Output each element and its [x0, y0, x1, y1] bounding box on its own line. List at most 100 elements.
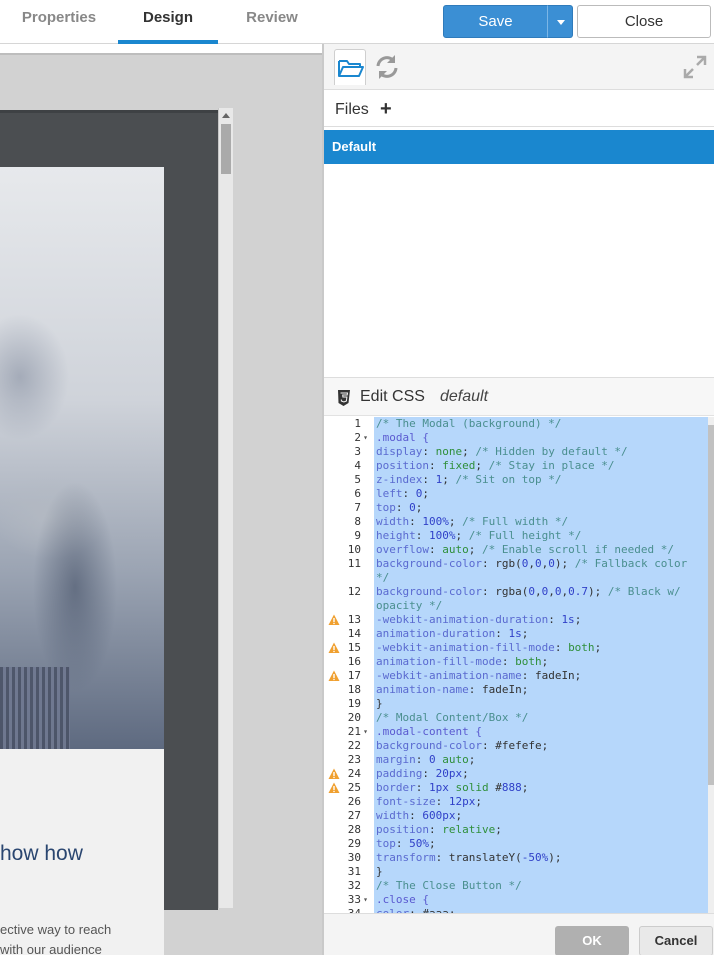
code-text: display: none; /* Hidden by default */	[376, 445, 628, 458]
code-text: margin: 0 auto;	[376, 753, 476, 766]
code-text: top: 0;	[376, 501, 423, 514]
code-line[interactable]: 24 padding: 20px;	[324, 767, 708, 781]
line-number: 1	[354, 417, 361, 430]
expand-button[interactable]	[679, 49, 711, 85]
code-line[interactable]: 29 top: 50%;	[324, 837, 708, 851]
code-line[interactable]: 26 font-size: 12px;	[324, 795, 708, 809]
code-line[interactable]: 8 width: 100%; /* Full width */	[324, 515, 708, 529]
code-line[interactable]: 17 -webkit-animation-name: fadeIn;	[324, 669, 708, 683]
line-number: 23	[347, 753, 361, 766]
code-text: -webkit-animation-fill-mode: both;	[376, 641, 602, 654]
css-editor-panel: Files + Default Edit CSS default 1 /* The…	[322, 44, 714, 955]
preview-scrollbar[interactable]	[218, 108, 233, 908]
code-line[interactable]: 19}	[324, 697, 708, 711]
ok-button[interactable]: OK	[555, 926, 629, 955]
line-gutter: 30	[324, 851, 371, 865]
code-line[interactable]: 20 /* Modal Content/Box */	[324, 711, 708, 725]
line-number: 3	[354, 445, 361, 458]
line-number: 13	[347, 613, 361, 626]
code-line[interactable]: 11 background-color: rgb(0,0,0); /* Fallb…	[324, 557, 708, 571]
fold-arrow-icon[interactable]: ▾	[363, 893, 368, 907]
code-editor[interactable]: 1/* The Modal (background) */2 ▾ .modal {3…	[324, 417, 714, 913]
line-gutter: 28	[324, 823, 371, 837]
line-number: 12	[347, 585, 361, 598]
code-line[interactable]: 31}	[324, 865, 708, 879]
code-line[interactable]: 30 transform: translateY(-50%);	[324, 851, 708, 865]
code-line[interactable]: 5 z-index: 1; /* Sit on top */	[324, 473, 708, 487]
code-line[interactable]: opacity */	[324, 599, 708, 613]
code-text: transform: translateY(-50%);	[376, 851, 562, 864]
code-line[interactable]: 28 position: relative;	[324, 823, 708, 837]
add-file-icon[interactable]: +	[380, 98, 392, 121]
code-line[interactable]: 18 animation-name: fadeIn;	[324, 683, 708, 697]
code-line[interactable]: 6 left: 0;	[324, 487, 708, 501]
code-text: -webkit-animation-name: fadeIn;	[376, 669, 582, 682]
warning-icon[interactable]	[328, 782, 340, 794]
editor-scrollbar[interactable]	[708, 417, 714, 913]
code-line[interactable]: 33 ▾ .close {	[324, 893, 708, 907]
fold-arrow-icon[interactable]: ▾	[363, 431, 368, 445]
code-line[interactable]: */	[324, 571, 708, 585]
code-line[interactable]: 27 width: 600px;	[324, 809, 708, 823]
refresh-icon	[376, 55, 398, 79]
close-button[interactable]: Close	[577, 5, 711, 38]
code-line[interactable]: 25 border: 1px solid #888;	[324, 781, 708, 795]
file-list-item[interactable]: Default	[324, 130, 714, 164]
warning-icon[interactable]	[328, 670, 340, 682]
code-line[interactable]: 14 animation-duration: 1s;	[324, 627, 708, 641]
warning-icon[interactable]	[328, 614, 340, 626]
scroll-up-icon[interactable]	[222, 113, 230, 118]
code-line[interactable]: 9 height: 100%; /* Full height */	[324, 529, 708, 543]
code-text: /* The Modal (background) */	[376, 417, 562, 430]
line-gutter: 15	[324, 641, 371, 655]
code-line[interactable]: 21 ▾ .modal-content {	[324, 725, 708, 739]
line-gutter: 17	[324, 669, 371, 683]
code-line[interactable]: 12 background-color: rgba(0,0,0,0.7); /* …	[324, 585, 708, 599]
code-text: width: 600px;	[376, 809, 463, 822]
preview-scroll-thumb[interactable]	[221, 124, 231, 174]
code-line[interactable]: 7 top: 0;	[324, 501, 708, 515]
warning-icon[interactable]	[328, 642, 340, 654]
code-text: height: 100%; /* Full height */	[376, 529, 582, 542]
files-label: Files	[335, 101, 369, 118]
code-line[interactable]: 4 position: fixed; /* Stay in place */	[324, 459, 708, 473]
code-line[interactable]: 22 background-color: #fefefe;	[324, 739, 708, 753]
code-text: animation-name: fadeIn;	[376, 683, 529, 696]
line-gutter: 29	[324, 837, 371, 851]
code-text: /* The Close Button */	[376, 879, 522, 892]
line-gutter: 13	[324, 613, 371, 627]
code-text: left: 0;	[376, 487, 429, 500]
code-text: .modal-content {	[376, 725, 482, 738]
code-line[interactable]: 3 display: none; /* Hidden by default */	[324, 445, 708, 459]
css3-icon	[338, 390, 350, 406]
line-number: 6	[354, 487, 361, 500]
preview-page: how how ective way to reach with our aud…	[0, 167, 164, 955]
code-line[interactable]: 16 animation-fill-mode: both;	[324, 655, 708, 669]
fold-arrow-icon[interactable]: ▾	[363, 725, 368, 739]
save-options-dropdown[interactable]	[547, 5, 573, 38]
line-number: 26	[347, 795, 361, 808]
line-number: 28	[347, 823, 361, 836]
folder-open-button[interactable]	[334, 49, 366, 85]
dialog-footer: OK Cancel	[324, 913, 714, 955]
code-line[interactable]: 10 overflow: auto; /* Enable scroll if ne…	[324, 543, 708, 557]
code-line[interactable]: 13 -webkit-animation-duration: 1s;	[324, 613, 708, 627]
code-line[interactable]: 32 /* The Close Button */	[324, 879, 708, 893]
code-line[interactable]: 2 ▾ .modal {	[324, 431, 708, 445]
warning-icon[interactable]	[328, 768, 340, 780]
code-line[interactable]: 15 -webkit-animation-fill-mode: both;	[324, 641, 708, 655]
cancel-button[interactable]: Cancel	[639, 926, 713, 955]
code-line[interactable]: 23 margin: 0 auto;	[324, 753, 708, 767]
code-line[interactable]: 1 /* The Modal (background) */	[324, 417, 708, 431]
line-number: 31	[347, 865, 361, 878]
save-button[interactable]: Save	[443, 5, 548, 38]
code-text: }	[376, 697, 383, 710]
tab-design[interactable]: Design	[118, 0, 218, 44]
line-number: 10	[347, 543, 361, 556]
refresh-button[interactable]	[371, 49, 403, 85]
tab-review[interactable]: Review	[218, 0, 326, 44]
editor-scroll-thumb[interactable]	[708, 425, 714, 785]
chevron-down-icon	[557, 20, 565, 25]
code-text: width: 100%; /* Full width */	[376, 515, 569, 528]
tab-properties[interactable]: Properties	[0, 0, 118, 44]
